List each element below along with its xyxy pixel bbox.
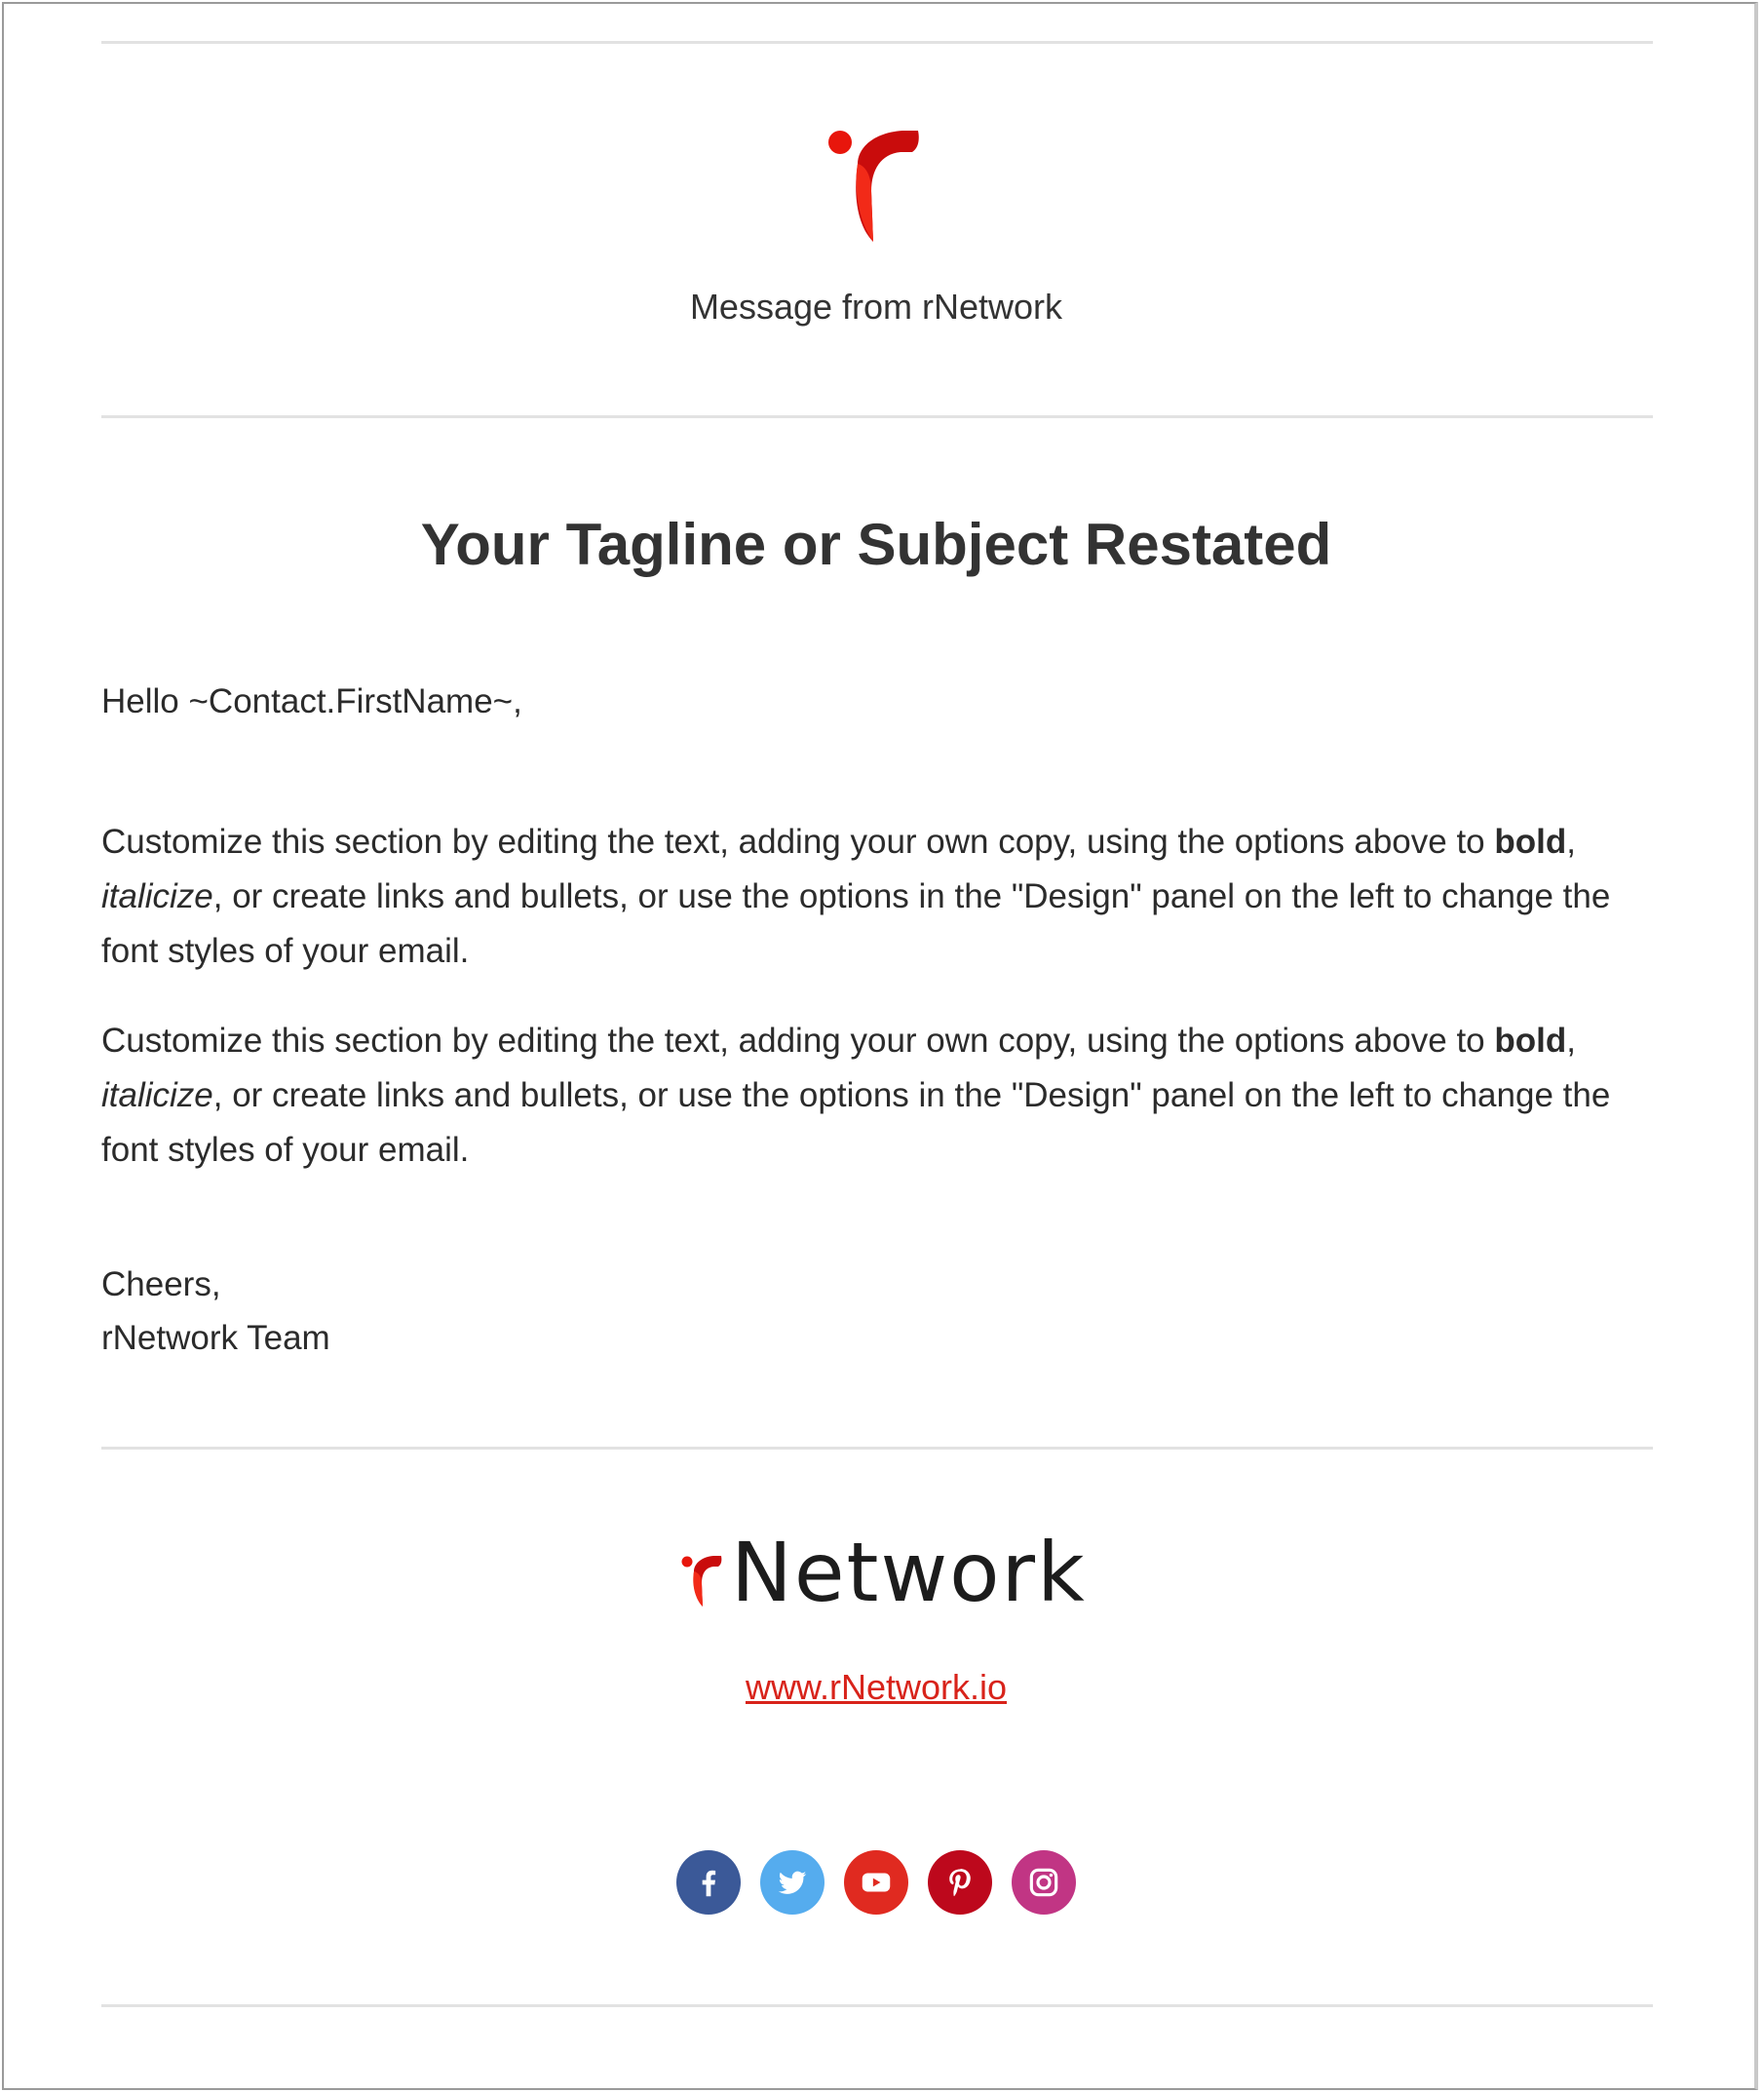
brand-wordmark: Network: [731, 1525, 1087, 1620]
paragraph-text: ,: [1566, 1022, 1576, 1060]
social-icons: [676, 1850, 1076, 1915]
paragraph-text: , or create links and bullets, or use th…: [101, 877, 1611, 970]
bold-text: bold: [1494, 1022, 1567, 1060]
paragraph-text: Customize this section by editing the te…: [101, 823, 1495, 861]
body-paragraph: Customize this section by editing the te…: [101, 815, 1661, 979]
divider-header: [101, 415, 1653, 418]
twitter-icon[interactable]: [760, 1850, 824, 1915]
divider-bottom: [101, 2004, 1653, 2007]
italic-text: italicize: [101, 1076, 213, 1114]
signature-line: rNetwork Team: [101, 1319, 330, 1357]
website-link[interactable]: www.rNetwork.io: [746, 1667, 1007, 1707]
italic-text: italicize: [101, 877, 213, 915]
body-paragraph: Customize this section by editing the te…: [101, 1014, 1661, 1178]
divider-footer: [101, 1447, 1653, 1450]
paragraph-text: Customize this section by editing the te…: [101, 1022, 1495, 1060]
email-canvas: Message from rNetwork Your Tagline or Su…: [2, 2, 1758, 2090]
pinterest-icon[interactable]: [928, 1850, 992, 1915]
website-link-container: www.rNetwork.io: [4, 1667, 1748, 1708]
signoff-line: Cheers,: [101, 1265, 221, 1303]
paragraph-text: , or create links and bullets, or use th…: [101, 1076, 1611, 1169]
divider-top: [101, 41, 1653, 44]
signoff: Cheers, rNetwork Team: [101, 1258, 330, 1365]
facebook-icon[interactable]: [676, 1850, 741, 1915]
youtube-icon[interactable]: [844, 1850, 908, 1915]
message-from-label: Message from rNetwork: [689, 287, 1063, 327]
paragraph-text: ,: [1566, 823, 1576, 861]
greeting-text: Hello ~Contact.FirstName~,: [101, 682, 522, 720]
rnetwork-logo-icon: [828, 131, 919, 242]
rnetwork-small-logo-icon: [681, 1556, 722, 1607]
instagram-icon[interactable]: [1012, 1850, 1076, 1915]
bold-text: bold: [1494, 823, 1567, 861]
tagline-heading: Your Tagline or Subject Restated: [420, 512, 1332, 577]
